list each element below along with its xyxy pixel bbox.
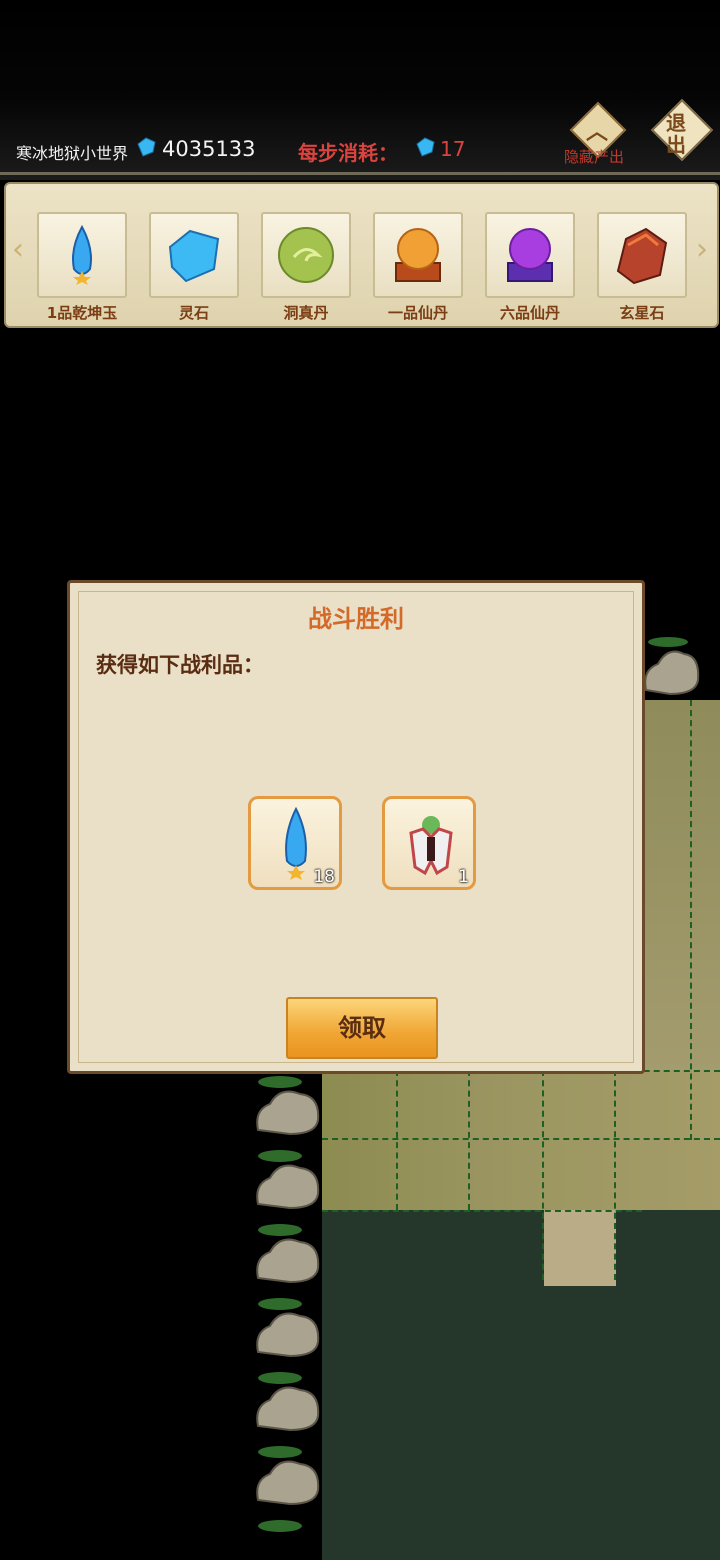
map-grid-line [396, 1070, 398, 1210]
orange-orb-icon [395, 228, 441, 282]
reward-item[interactable]: 18 [248, 796, 342, 890]
character-figure-icon [409, 816, 453, 876]
strip-item[interactable]: 灵石 [149, 212, 239, 323]
claim-button-label: 领取 [338, 1014, 386, 1042]
map-grid-line [322, 1138, 720, 1140]
item-slot [261, 212, 351, 298]
rock-top-right [644, 637, 700, 696]
reward-item[interactable]: 1 [382, 796, 476, 890]
map-grid-line [614, 1070, 616, 1280]
green-pill-icon [278, 227, 334, 283]
spirit-stone-icon [168, 229, 220, 283]
cost-label: 每步消耗： [298, 141, 398, 165]
blue-crystal-icon [72, 225, 92, 285]
item-slot [597, 212, 687, 298]
strip-item[interactable]: 玄星石 [597, 212, 687, 323]
strip-item-label: 六品仙丹 [499, 304, 560, 322]
strip-item[interactable]: 1品乾坤玉 [37, 212, 127, 323]
scroll-left-arrow-icon[interactable]: ‹ [12, 232, 24, 267]
battle-victory-dialog: 战斗胜利 获得如下战利品： 18 1 领取 [67, 580, 645, 1074]
exit-button[interactable]: 退出 [650, 98, 714, 166]
map-path-right [640, 700, 720, 1100]
chevron-up-icon: ︿ [586, 120, 609, 145]
exit-label: 退出 [666, 111, 686, 157]
reward-count: 18 [313, 867, 335, 887]
stone-count: 4035133 [162, 137, 256, 161]
item-slot [149, 212, 239, 298]
strip-item-label: 一品仙丹 [387, 304, 448, 322]
strip-item[interactable]: 六品仙丹 [485, 212, 575, 323]
rock-column [256, 1076, 320, 1532]
strip-item-label: 玄星石 [619, 304, 665, 322]
strip-item-label: 灵石 [178, 304, 209, 322]
cost-value: 17 [440, 137, 466, 161]
map-path-bottom [322, 1070, 720, 1210]
strip-item[interactable]: 洞真丹 [261, 212, 351, 323]
dialog-message: 获得如下战利品： [96, 653, 264, 677]
map-tile-patch [544, 1210, 616, 1286]
red-ore-icon [616, 227, 668, 285]
map-grid-line [690, 700, 692, 1140]
map-grid-line [542, 1070, 544, 1280]
spirit-stone-icon [137, 137, 156, 157]
strip-item[interactable]: 一品仙丹 [373, 212, 463, 323]
dialog-title: 战斗胜利 [308, 605, 404, 633]
hud-divider [0, 172, 720, 175]
reward-count: 1 [458, 867, 469, 887]
hide-output-label: 隐藏产出 [564, 148, 625, 166]
item-slot [485, 212, 575, 298]
world-name: 寒冰地狱小世界 [16, 144, 129, 163]
map-grid-line [468, 1070, 470, 1210]
output-item-strip: ‹ › 1品乾坤玉 灵石 洞真丹 一品仙丹 六品仙丹 玄星石 [4, 182, 719, 328]
claim-button[interactable]: 领取 [286, 997, 438, 1059]
strip-item-label: 洞真丹 [283, 304, 329, 322]
scroll-right-arrow-icon[interactable]: › [696, 232, 708, 267]
map-grid-line [322, 1210, 642, 1212]
spirit-stone-icon [416, 137, 435, 157]
strip-item-label: 1品乾坤玉 [46, 304, 118, 322]
item-slot [37, 212, 127, 298]
hide-output-button[interactable]: ︿ 隐藏产出 [562, 101, 634, 168]
purple-orb-icon [507, 228, 553, 282]
item-slot [373, 212, 463, 298]
